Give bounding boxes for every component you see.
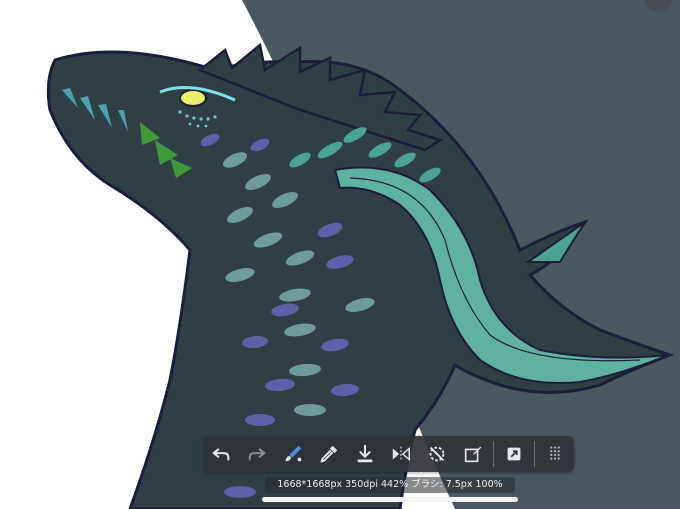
save-button[interactable]: [347, 436, 383, 472]
floating-toolbar: [203, 436, 574, 472]
redo-button[interactable]: [239, 436, 275, 472]
flip-horizontal-button[interactable]: [383, 436, 419, 472]
home-indicator[interactable]: [262, 497, 518, 502]
download-icon: [357, 444, 373, 463]
toolbar-separator: [493, 441, 494, 467]
flip-horizontal-icon: [392, 446, 410, 462]
rotate-slash-icon: [429, 446, 445, 462]
rotate-reset-button[interactable]: [419, 436, 455, 472]
dragon-eye: [179, 89, 207, 107]
edit-layer-button[interactable]: [455, 436, 491, 472]
eyedropper-button[interactable]: [311, 436, 347, 472]
toolbar-separator: [534, 441, 535, 467]
export-arrow-icon: [507, 447, 521, 461]
brush-icon: [285, 445, 302, 462]
canvas-status-bar: 1668*1668px 350dpi 442% ブラシ: 7.5px 100%: [265, 477, 515, 493]
undo-button[interactable]: [203, 436, 239, 472]
drawing-canvas[interactable]: [0, 0, 680, 509]
eyedropper-icon: [320, 445, 338, 463]
undo-arrow-icon: [212, 448, 230, 461]
grid-menu-button[interactable]: [537, 436, 573, 472]
brush-select-button[interactable]: [275, 436, 311, 472]
redo-arrow-icon: [248, 448, 266, 461]
export-button[interactable]: [496, 436, 532, 472]
edit-square-icon: [464, 446, 482, 463]
dot-grid-icon: [550, 446, 560, 460]
